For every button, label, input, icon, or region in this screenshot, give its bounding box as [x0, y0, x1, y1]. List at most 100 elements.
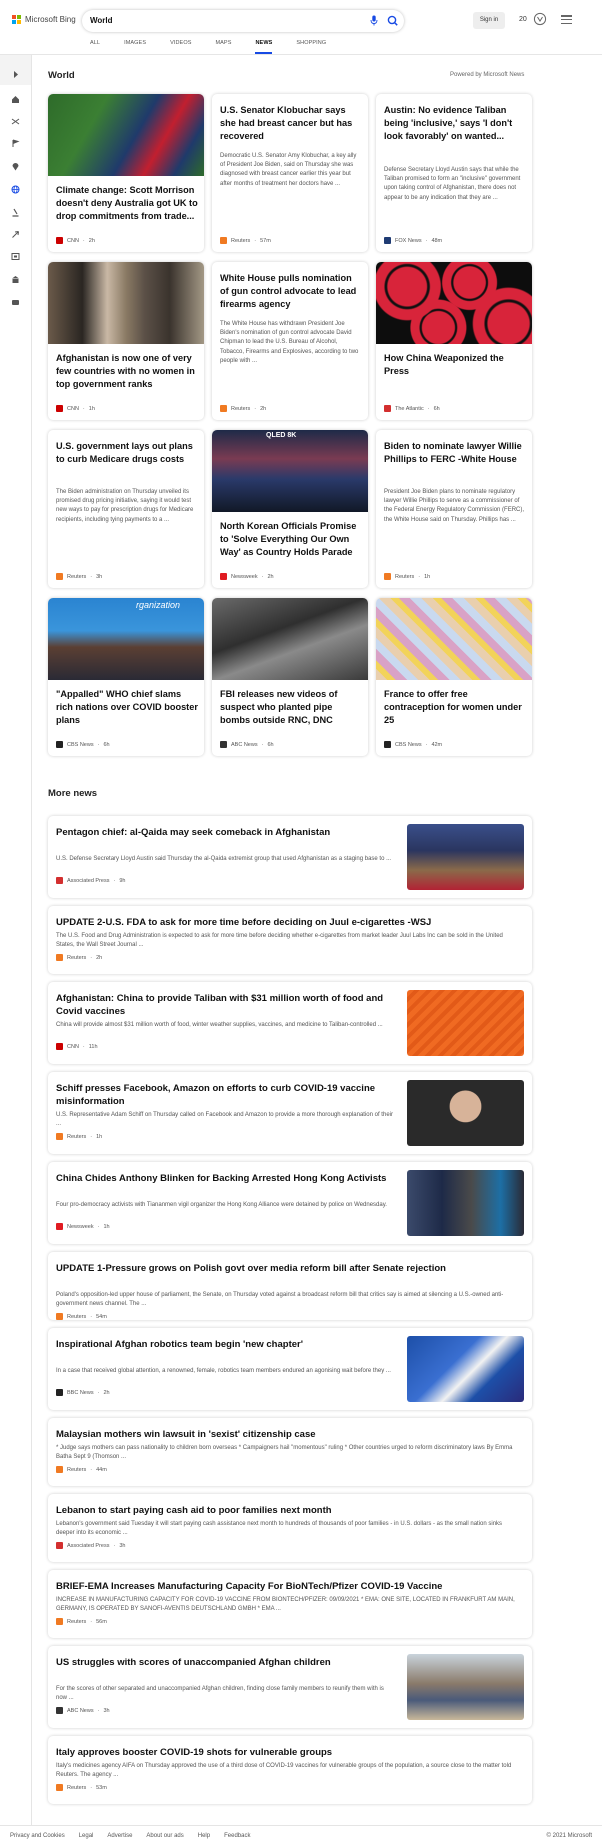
footer-link-legal[interactable]: Legal — [79, 1833, 94, 1839]
rewards-points[interactable]: 20 — [519, 16, 527, 23]
news-item-title[interactable]: Lebanon to start paying cash aid to poor… — [56, 1504, 522, 1517]
footer-link-feedback[interactable]: Feedback — [224, 1833, 250, 1839]
news-item-title[interactable]: UPDATE 2-U.S. FDA to ask for more time b… — [56, 916, 522, 929]
news-item-title[interactable]: US struggles with scores of unaccompanie… — [56, 1656, 394, 1669]
news-item-title[interactable]: China Chides Anthony Blinken for Backing… — [56, 1172, 394, 1185]
news-list-item[interactable]: UPDATE 2-U.S. FDA to ask for more time b… — [48, 906, 532, 974]
news-card-title[interactable]: FBI releases new videos of suspect who p… — [220, 688, 362, 727]
news-card[interactable]: Climate change: Scott Morrison doesn't d… — [48, 94, 204, 252]
news-list-item[interactable]: China Chides Anthony Blinken for Backing… — [48, 1162, 532, 1244]
footer-link-privacy-and-cookies[interactable]: Privacy and Cookies — [10, 1833, 65, 1839]
news-card-title[interactable]: Austin: No evidence Taliban being 'inclu… — [384, 104, 526, 143]
news-card-title[interactable]: U.S. government lays out plans to curb M… — [56, 440, 198, 466]
news-card-source[interactable]: CNN · 2h — [56, 237, 95, 244]
news-card-source[interactable]: CBS News · 42m — [384, 741, 442, 748]
news-item-thumbnail[interactable] — [407, 1336, 524, 1402]
news-card-title[interactable]: France to offer free contraception for w… — [384, 688, 526, 727]
tab-images[interactable]: IMAGES — [124, 40, 146, 54]
news-card-image[interactable] — [376, 262, 532, 344]
footer-link-help[interactable]: Help — [198, 1833, 210, 1839]
news-card[interactable]: U.S. Senator Klobuchar says she had brea… — [212, 94, 368, 252]
expand-icon[interactable] — [11, 70, 20, 79]
news-card-title[interactable]: How China Weaponized the Press — [384, 352, 526, 378]
news-card-source[interactable]: The Atlantic · 6h — [384, 405, 440, 412]
news-item-source[interactable]: Associated Press · 3h — [56, 1542, 125, 1550]
news-list-item[interactable]: BRIEF-EMA Increases Manufacturing Capaci… — [48, 1570, 532, 1638]
news-list-item[interactable]: Malaysian mothers win lawsuit in 'sexist… — [48, 1418, 532, 1486]
tab-videos[interactable]: VIDEOS — [170, 40, 191, 54]
news-card-image[interactable] — [48, 94, 204, 176]
news-item-thumbnail[interactable] — [407, 1170, 524, 1236]
news-item-thumbnail[interactable] — [407, 824, 524, 890]
news-item-title[interactable]: Italy approves booster COVID-19 shots fo… — [56, 1746, 522, 1759]
news-list-item[interactable]: Lebanon to start paying cash aid to poor… — [48, 1494, 532, 1562]
film-icon[interactable] — [11, 252, 20, 261]
news-card-source[interactable]: Reuters · 1h — [384, 573, 430, 580]
location-icon[interactable] — [11, 162, 20, 171]
news-item-thumbnail[interactable] — [407, 1080, 524, 1146]
news-card[interactable]: France to offer free contraception for w… — [376, 598, 532, 756]
news-item-thumbnail[interactable] — [407, 990, 524, 1056]
news-card-image[interactable]: rganization — [48, 598, 204, 680]
flag-icon[interactable] — [11, 139, 20, 148]
news-item-source[interactable]: Newsweek · 1h — [56, 1223, 110, 1231]
news-card[interactable]: How China Weaponized the Press The Atlant… — [376, 262, 532, 420]
news-list-item[interactable]: Pentagon chief: al-Qaida may seek comeba… — [48, 816, 532, 898]
news-item-title[interactable]: BRIEF-EMA Increases Manufacturing Capaci… — [56, 1580, 522, 1593]
rewards-medal-icon[interactable] — [533, 12, 547, 26]
news-list-item[interactable]: Afghanistan: China to provide Taliban wi… — [48, 982, 532, 1064]
news-card[interactable]: Biden to nominate lawyer Willie Phillips… — [376, 430, 532, 588]
news-card-source[interactable]: Reuters · 2h — [220, 405, 266, 412]
news-card[interactable]: FBI releases new videos of suspect who p… — [212, 598, 368, 756]
tab-maps[interactable]: MAPS — [215, 40, 231, 54]
news-card-title[interactable]: White House pulls nomination of gun cont… — [220, 272, 362, 311]
news-item-title[interactable]: Schiff presses Facebook, Amazon on effor… — [56, 1082, 394, 1108]
news-card-image[interactable] — [376, 598, 532, 680]
news-card-title[interactable]: Biden to nominate lawyer Willie Phillips… — [384, 440, 526, 466]
news-card-title[interactable]: Climate change: Scott Morrison doesn't d… — [56, 184, 198, 223]
news-item-thumbnail[interactable] — [407, 1654, 524, 1720]
video-icon[interactable] — [11, 298, 20, 307]
tab-shopping[interactable]: SHOPPING — [296, 40, 326, 54]
sign-in-button[interactable]: Sign in — [473, 12, 505, 29]
microphone-icon[interactable] — [370, 15, 378, 26]
news-item-source[interactable]: ABC News · 3h — [56, 1707, 110, 1715]
bing-logo[interactable]: Microsoft Bing — [12, 15, 76, 24]
news-card-source[interactable]: FOX News · 48m — [384, 237, 442, 244]
news-list-item[interactable]: Italy approves booster COVID-19 shots fo… — [48, 1736, 532, 1804]
news-card[interactable]: White House pulls nomination of gun cont… — [212, 262, 368, 420]
news-card-image[interactable]: QLED 8K — [212, 430, 368, 512]
news-card[interactable]: QLED 8K North Korean Officials Promise to… — [212, 430, 368, 588]
news-card[interactable]: rganization "Appalled" WHO chief slams ri… — [48, 598, 204, 756]
news-card[interactable]: Afghanistan is now one of very few count… — [48, 262, 204, 420]
news-card-source[interactable]: Newsweek · 2h — [220, 573, 274, 580]
news-list-item[interactable]: Schiff presses Facebook, Amazon on effor… — [48, 1072, 532, 1154]
search-button[interactable] — [383, 11, 403, 31]
news-item-source[interactable]: Reuters · 44m — [56, 1466, 107, 1474]
news-card-image[interactable] — [48, 262, 204, 344]
news-item-title[interactable]: Afghanistan: China to provide Taliban wi… — [56, 992, 394, 1018]
news-item-source[interactable]: Reuters · 56m — [56, 1618, 107, 1626]
news-card-source[interactable]: ABC News · 6h — [220, 741, 274, 748]
news-item-source[interactable]: Reuters · 53m — [56, 1784, 107, 1792]
news-card-image[interactable] — [212, 598, 368, 680]
news-card-title[interactable]: "Appalled" WHO chief slams rich nations … — [56, 688, 198, 727]
news-card-source[interactable]: Reuters · 57m — [220, 237, 271, 244]
rocket-icon[interactable] — [11, 230, 20, 239]
news-item-title[interactable]: Pentagon chief: al-Qaida may seek comeba… — [56, 826, 394, 839]
news-card[interactable]: U.S. government lays out plans to curb M… — [48, 430, 204, 588]
microscope-icon[interactable] — [11, 208, 20, 217]
news-item-title[interactable]: UPDATE 1-Pressure grows on Polish govt o… — [56, 1262, 522, 1275]
news-card[interactable]: Austin: No evidence Taliban being 'inclu… — [376, 94, 532, 252]
news-item-source[interactable]: Reuters · 1h — [56, 1133, 102, 1141]
building-icon[interactable] — [11, 275, 20, 284]
tab-news[interactable]: NEWS — [255, 40, 273, 54]
news-card-source[interactable]: CNN · 1h — [56, 405, 95, 412]
news-card-title[interactable]: U.S. Senator Klobuchar says she had brea… — [220, 104, 362, 143]
news-list-item[interactable]: UPDATE 1-Pressure grows on Polish govt o… — [48, 1252, 532, 1321]
news-card-source[interactable]: CBS News · 6h — [56, 741, 110, 748]
search-input[interactable]: World — [90, 16, 113, 25]
tab-all[interactable]: ALL — [90, 40, 100, 54]
news-item-source[interactable]: BBC News · 2h — [56, 1389, 110, 1397]
news-item-source[interactable]: Associated Press · 9h — [56, 877, 125, 885]
